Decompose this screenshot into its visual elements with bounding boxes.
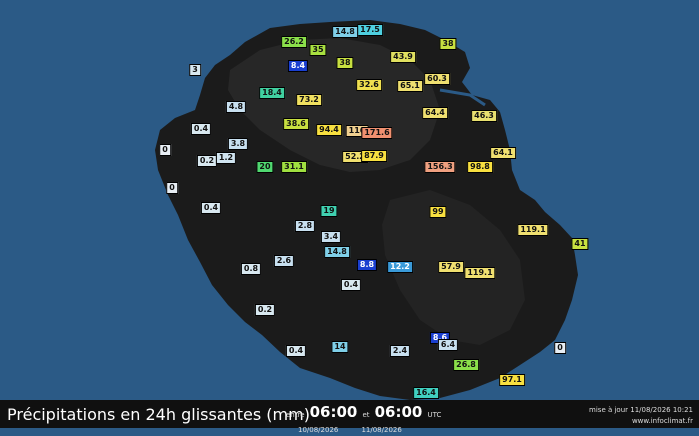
station-value-3: 35 <box>309 44 327 56</box>
station-value-9: 60.3 <box>424 73 450 85</box>
station-value-58: 16.4 <box>413 387 439 399</box>
station-value-49: 0.2 <box>254 304 276 316</box>
station-value-56: 26.8 <box>453 359 479 371</box>
station-value-28: 1.2 <box>215 152 237 164</box>
site-link[interactable]: www.infoclimat.fr <box>589 416 693 427</box>
start-date: 10/08/2026 <box>298 426 339 434</box>
station-value-21: 0.4 <box>190 123 212 135</box>
station-value-43: 8.8 <box>356 259 378 271</box>
station-value-6: 43.9 <box>390 51 416 63</box>
update-info: mise à jour 11/08/2026 10:21 www.infocli… <box>589 405 693 427</box>
timezone: UTC <box>427 411 442 419</box>
station-value-37: 2.8 <box>294 220 316 232</box>
station-value-44: 12.2 <box>387 261 413 273</box>
station-value-26: 64.1 <box>490 147 516 159</box>
map-title: Précipitations en 24h glissantes (mm) <box>7 405 310 424</box>
station-value-36: 99 <box>429 206 447 218</box>
station-value-15: 64.4 <box>422 107 448 119</box>
station-value-48: 0.4 <box>340 279 362 291</box>
station-value-17: 38.6 <box>283 118 309 130</box>
station-value-55: 0 <box>554 342 566 354</box>
station-value-0: 17.5 <box>357 24 383 36</box>
station-value-32: 98.8 <box>467 161 493 173</box>
station-value-46: 57.9 <box>438 261 464 273</box>
station-value-4: 8.4 <box>287 60 309 72</box>
station-value-30: 31.1 <box>281 161 307 173</box>
station-value-54: 2.4 <box>389 345 411 357</box>
station-value-18: 94.4 <box>316 124 342 136</box>
station-value-52: 0.4 <box>285 345 307 357</box>
period-box: entre 06:00 et 06:00 UTC 10/08/2026 11/0… <box>286 402 442 434</box>
update-text: mise à jour 11/08/2026 10:21 <box>589 406 693 414</box>
station-value-29: 20 <box>256 161 274 173</box>
station-value-42: 2.6 <box>273 255 295 267</box>
station-value-5: 38 <box>336 57 354 69</box>
station-value-23: 0 <box>159 144 171 156</box>
station-value-47: 119.1 <box>464 267 496 279</box>
station-value-40: 41 <box>571 238 589 250</box>
station-value-10: 32.6 <box>356 79 382 91</box>
station-value-27: 0.2 <box>196 155 218 167</box>
station-value-39: 3.4 <box>320 231 342 243</box>
station-value-33: 0 <box>166 182 178 194</box>
station-value-13: 73.2 <box>296 94 322 106</box>
station-value-22: 3.8 <box>227 138 249 150</box>
end-date: 11/08/2026 <box>361 426 402 434</box>
station-value-14: 4.8 <box>225 101 247 113</box>
footer-bar: Précipitations en 24h glissantes (mm) en… <box>0 400 699 434</box>
station-value-35: 19 <box>320 205 338 217</box>
station-value-16: 46.3 <box>471 110 497 122</box>
station-value-12: 18.4 <box>259 87 285 99</box>
station-value-34: 0.4 <box>200 202 222 214</box>
station-value-8: 3 <box>189 64 201 76</box>
station-value-11: 65.1 <box>397 80 423 92</box>
station-value-7: 38 <box>439 38 457 50</box>
station-value-53: 14 <box>331 341 349 353</box>
station-value-38: 119.1 <box>517 224 549 236</box>
station-value-57: 97.1 <box>499 374 525 386</box>
station-value-1: 14.8 <box>332 26 358 38</box>
station-value-45: 0.8 <box>240 263 262 275</box>
station-value-25: 87.9 <box>361 150 387 162</box>
station-value-31: 156.3 <box>424 161 456 173</box>
station-value-20: 171.6 <box>361 127 393 139</box>
station-value-51: 6.4 <box>437 339 459 351</box>
station-value-2: 26.2 <box>281 36 307 48</box>
station-value-41: 14.8 <box>324 246 350 258</box>
